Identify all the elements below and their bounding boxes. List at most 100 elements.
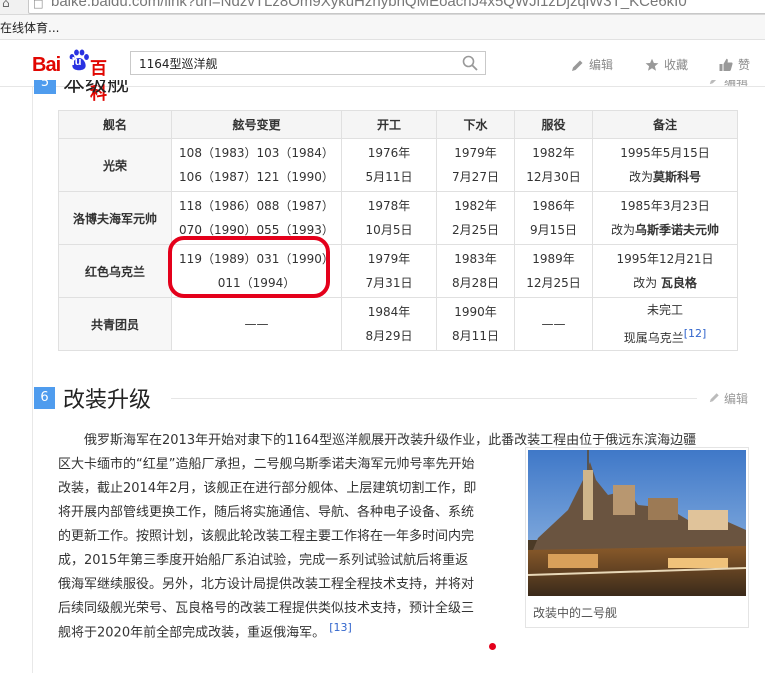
note-cell: 未完工 现属乌克兰[12] <box>592 297 738 351</box>
section-divider <box>171 398 697 399</box>
date-line: 1989年 <box>532 252 575 266</box>
date-line: 1979年 <box>367 252 411 266</box>
note-prefix: 现属乌克兰 <box>623 331 684 345</box>
note-prefix: 改为 <box>633 276 661 290</box>
favorite-button[interactable]: 收藏 <box>645 56 688 73</box>
citation-link[interactable]: [13] <box>329 621 352 634</box>
url-text: baike.baidu.com/link?url=NdzvTLz8Om9Xyku… <box>51 0 687 10</box>
note-cell: 1985年3月23日 改为乌斯季诺夫元帅 <box>592 191 738 245</box>
commissioned-cell: —— <box>514 297 593 351</box>
ship-name: 红色乌克兰 <box>58 244 172 298</box>
pencil-icon <box>572 60 583 71</box>
paragraph-line: 俄罗斯海军在2013年开始对隶下的1164型巡洋舰展开改装升级作业，此番改装工程… <box>84 433 697 448</box>
paragraph-line: 成，2015年第三季度开始船厂系泊试验，完成一系列试验试航后将重返 <box>58 553 469 568</box>
table-row: 光荣 108（1983）103（1984） 106（1987）121（1990） … <box>58 138 738 192</box>
baidu-baike-logo[interactable]: Bai du 百科 <box>32 48 122 104</box>
article-content: 5 本级舰 编辑 舰名 舷号变更 开工 下水 服役 备注 光荣 108（1983… <box>32 80 765 673</box>
date-line: 10月5日 <box>365 223 413 237</box>
laid-down-cell: 1984年 8月29日 <box>341 297 437 351</box>
paragraph-line: 改装，截止2014年2月，该舰正在进行部分舰体、上层建筑切割工作，即 <box>58 481 477 496</box>
section-number: 5 <box>34 80 56 94</box>
date-line: 8月11日 <box>452 329 499 343</box>
commissioned-cell: 1982年 12月30日 <box>514 138 593 192</box>
search-value: 1164型巡洋舰 <box>139 57 218 71</box>
date-line: 1984年 <box>367 305 411 319</box>
section-edit-label: 编辑 <box>723 392 748 406</box>
date-line: 12月25日 <box>526 276 581 290</box>
table-header-cell: 舰名 <box>58 110 172 139</box>
pencil-icon <box>710 80 717 85</box>
note-prefix: 改为 <box>610 223 635 237</box>
section-edit-link[interactable]: 编辑 <box>709 390 748 407</box>
date-line: 12月30日 <box>526 170 581 184</box>
commissioned-cell: 1986年 9月15日 <box>514 191 593 245</box>
commissioned-cell: 1989年 12月25日 <box>514 244 593 298</box>
section-title: 改装升级 <box>63 388 152 413</box>
red-dot-marker <box>489 643 496 650</box>
date-line: 1979年 <box>454 146 497 160</box>
home-icon[interactable]: ⌂ <box>2 0 10 10</box>
note-ship-link[interactable]: 瓦良格 <box>661 276 697 290</box>
laid-down-cell: 1979年 7月31日 <box>341 244 437 298</box>
hull-line: 118（1986）088（1987） <box>179 199 334 213</box>
paragraph-line: 将开展内部管线更换工作，随后将实施通信、导航、各种电子设备、系统 <box>58 505 475 520</box>
note-line: 1995年12月21日 <box>616 252 714 266</box>
thumb-up-icon <box>719 58 733 71</box>
ship-name: 光荣 <box>58 138 172 192</box>
search-icon[interactable] <box>461 54 479 72</box>
date-line: 2月25日 <box>452 223 499 237</box>
table-header-cell: 舷号变更 <box>171 110 342 139</box>
figure[interactable]: 改装中的二号舰 <box>525 447 749 628</box>
table-header-row: 舰名 舷号变更 开工 下水 服役 备注 <box>58 110 738 139</box>
paragraph-line-last: 舰将于2020年前全部完成改装，重返俄海军。 [13] <box>58 621 352 640</box>
launched-cell: 1982年 2月25日 <box>436 191 515 245</box>
date-line: 5月11日 <box>365 170 413 184</box>
date-line: —— <box>541 317 566 331</box>
note-ship-link[interactable]: 莫斯科号 <box>653 170 701 184</box>
date-line: 8月29日 <box>365 329 413 343</box>
note-cell: 1995年12月21日改为 瓦良格 <box>592 244 738 298</box>
ship-image <box>528 450 746 596</box>
paragraph-line: 后续同级舰光荣号、瓦良格号的改装工程提供类似技术支持，预计全级三 <box>58 601 475 616</box>
section-title: 本级舰 <box>63 80 130 96</box>
section-heading-6: 6 改装升级 编辑 <box>33 384 765 414</box>
date-line: 8月28日 <box>452 276 499 290</box>
hull-number-cell: 108（1983）103（1984） 106（1987）121（1990） <box>171 138 342 192</box>
laid-down-cell: 1976年 5月11日 <box>341 138 437 192</box>
ships-table: 舰名 舷号变更 开工 下水 服役 备注 光荣 108（1983）103（1984… <box>58 110 738 351</box>
launched-cell: 1990年 8月11日 <box>436 297 515 351</box>
paragraph-line: 区大卡缅市的“红星”造船厂承担，二号舰乌斯季诺夫海军元帅号率先开始 <box>58 457 475 472</box>
ship-name: 洛博夫海军元帅 <box>58 191 172 245</box>
table-row: 洛博夫海军元帅 118（1986）088（1987） 070（1990）055（1… <box>58 191 738 245</box>
note-line: 1995年5月15日 <box>620 146 710 160</box>
favorite-label: 收藏 <box>664 58 689 72</box>
table-row: 红色乌克兰 119（1989）031（1990） 011（1994） 1979年 7… <box>58 244 738 298</box>
browser-address-bar: ⌂ □ baike.baidu.com/link?url=NdzvTLz8Om9… <box>0 0 765 15</box>
red-highlight-circle <box>168 236 330 298</box>
search-input[interactable]: 1164型巡洋舰 <box>130 51 486 75</box>
citation-link[interactable]: [12] <box>684 327 707 340</box>
edit-button[interactable]: 编辑 <box>571 56 613 73</box>
like-button[interactable]: 赞 <box>719 56 750 73</box>
hull-line: 106（1987）121（1990） <box>179 170 334 184</box>
note-ship-link[interactable]: 乌斯季诺夫元帅 <box>635 223 719 237</box>
url-field[interactable]: □ baike.baidu.com/link?url=NdzvTLz8Om9Xy… <box>28 0 765 14</box>
ship-name: 共青团员 <box>58 297 172 351</box>
note-cell: 1995年5月15日改为莫斯科号 <box>592 138 738 192</box>
bookmark-item[interactable]: 在线体育... <box>0 19 59 36</box>
launched-cell: 1983年 8月28日 <box>436 244 515 298</box>
date-line: 1990年 <box>454 305 497 319</box>
date-line: 1986年 <box>532 199 575 213</box>
hull-line: 108（1983）103（1984） <box>179 146 334 160</box>
section-edit-link[interactable]: 编辑 <box>709 80 748 89</box>
hull-line: —— <box>244 317 269 331</box>
edit-label: 编辑 <box>589 58 614 72</box>
date-line: 1983年 <box>454 252 497 266</box>
hull-number-cell: —— <box>171 297 342 351</box>
ship-photo[interactable] <box>528 450 746 596</box>
table-header-cell: 备注 <box>592 110 738 139</box>
date-line: 7月31日 <box>365 276 413 290</box>
pencil-icon <box>710 393 719 403</box>
figure-caption: 改装中的二号舰 <box>533 606 618 620</box>
note-prefix: 改为 <box>628 170 653 184</box>
